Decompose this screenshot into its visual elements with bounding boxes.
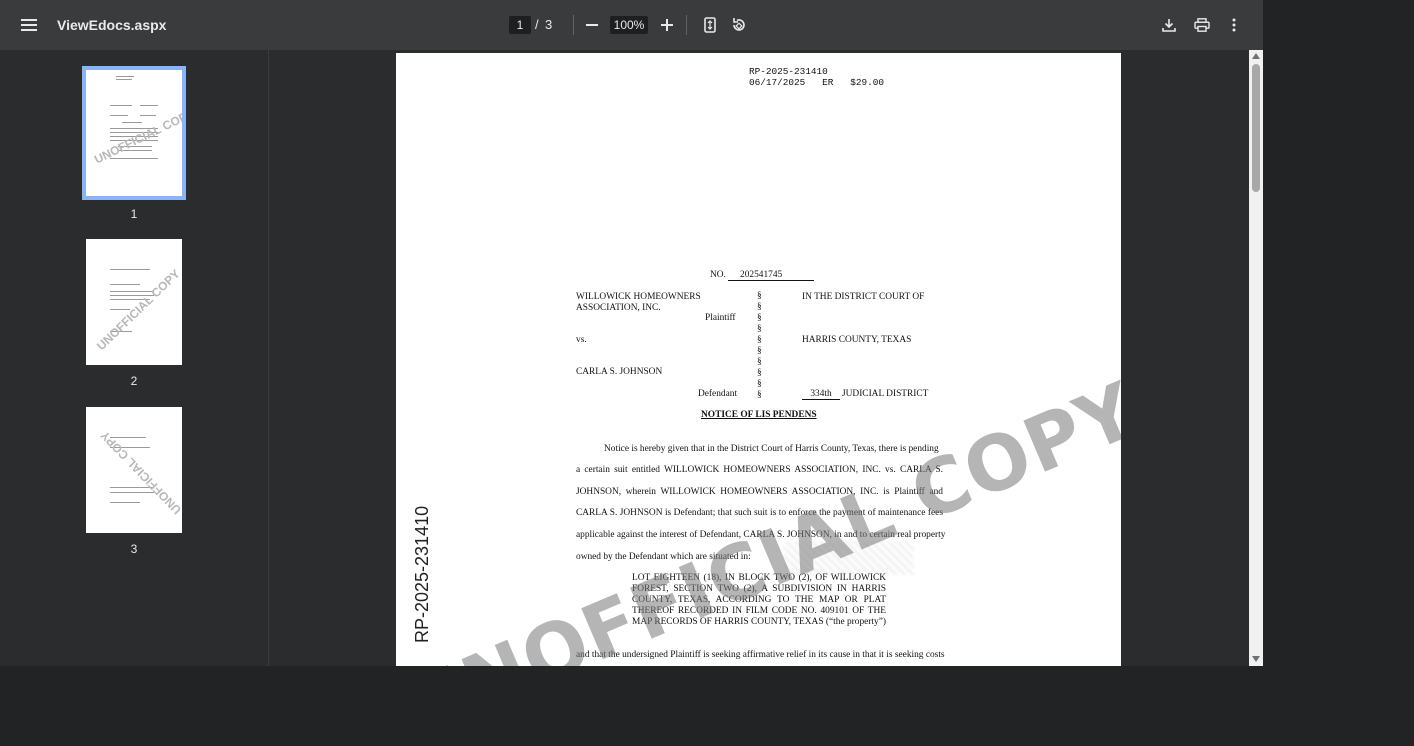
thumbnail-watermark: UNOFFICIAL COPY [97, 428, 182, 517]
fit-page-icon [704, 17, 716, 33]
page-total: 3 [545, 17, 553, 32]
body-line: Notice is hereby given that in the Distr… [604, 444, 939, 454]
toolbar-divider [573, 15, 574, 35]
print-icon [1194, 18, 1210, 32]
more-options-button[interactable] [1222, 13, 1246, 37]
download-button[interactable] [1157, 13, 1181, 37]
court-line-2: HARRIS COUNTY, TEXAS [802, 335, 912, 345]
recording-number: RP-2025-231410 [749, 66, 828, 77]
versus-label: vs. [576, 335, 587, 345]
print-button[interactable] [1190, 13, 1214, 37]
section-sign: § [757, 379, 762, 389]
thumbnail-sidebar: UNOFFICIAL COPY 1 UNOFFICIAL COPY 2 UNOF… [0, 50, 269, 666]
section-sign: § [757, 357, 762, 367]
toolbar: ViewEdocs.aspx 1 / 3 100% [0, 0, 1263, 50]
zoom-in-icon [661, 19, 673, 31]
plaintiff-name-line1: WILLOWICK HOMEOWNERS [576, 292, 701, 302]
page-separator: / [535, 17, 539, 32]
download-icon [1162, 19, 1176, 32]
thumbnail-label: 3 [130, 542, 138, 556]
page-thumbnail-3[interactable]: UNOFFICIAL COPY [86, 407, 182, 533]
scroll-down-arrow-icon[interactable] [1252, 656, 1260, 662]
scrollbar-thumb[interactable] [1252, 64, 1260, 192]
page-number-input[interactable]: 1 [509, 16, 531, 34]
defendant-name: CARLA S. JOHNSON [576, 367, 663, 377]
case-number: 202541745 [728, 270, 814, 281]
zoom-in-button[interactable] [655, 13, 679, 37]
section-sign: § [757, 291, 762, 301]
section-sign: § [757, 302, 762, 312]
plaintiff-name-line2: ASSOCIATION, INC. [576, 303, 661, 313]
section-sign: § [757, 313, 762, 323]
court-number: 334th [802, 389, 840, 400]
rotate-button[interactable] [727, 13, 751, 37]
menu-icon [21, 19, 37, 31]
notice-title: NOTICE OF LIS PENDENS [701, 410, 817, 420]
zoom-out-button[interactable] [580, 13, 604, 37]
side-recording-stamp: RP-2025-231410 [412, 505, 432, 643]
scroll-up-arrow-icon[interactable] [1252, 53, 1260, 59]
zoom-out-icon [586, 24, 598, 26]
thumbnail-label: 1 [130, 207, 138, 221]
menu-button[interactable] [17, 13, 41, 37]
court-line-1: IN THE DISTRICT COURT OF [802, 292, 925, 302]
court-line-3: JUDICIAL DISTRICT [842, 389, 929, 399]
more-vert-icon [1232, 18, 1236, 32]
defendant-label: Defendant [698, 389, 738, 399]
fit-page-button[interactable] [698, 13, 722, 37]
toolbar-divider [686, 15, 687, 35]
rotate-icon [733, 18, 745, 31]
section-sign: § [757, 390, 762, 400]
case-number-label: NO. [710, 270, 726, 280]
section-sign: § [757, 324, 762, 334]
zoom-input[interactable]: 100% [610, 16, 648, 34]
page-thumbnail-2[interactable]: UNOFFICIAL COPY [86, 239, 182, 365]
file-title: ViewEdocs.aspx [57, 17, 167, 33]
page-thumbnail-1[interactable]: UNOFFICIAL COPY [82, 66, 186, 200]
document-page: RP-2025-231410 06/17/2025 ER $29.00 NO. … [396, 53, 1121, 666]
section-sign: § [757, 368, 762, 378]
section-sign: § [757, 346, 762, 356]
pdf-viewer: ViewEdocs.aspx 1 / 3 100% UNOFFICIAL COP… [0, 0, 1263, 666]
thumbnail-watermark: UNOFFICIAL COPY [94, 266, 182, 354]
vertical-scrollbar[interactable] [1249, 50, 1263, 666]
section-sign: § [757, 335, 762, 345]
recording-date-fee: 06/17/2025 ER $29.00 [749, 77, 885, 88]
thumbnail-label: 2 [130, 374, 138, 388]
plaintiff-label: Plaintiff [705, 313, 736, 323]
